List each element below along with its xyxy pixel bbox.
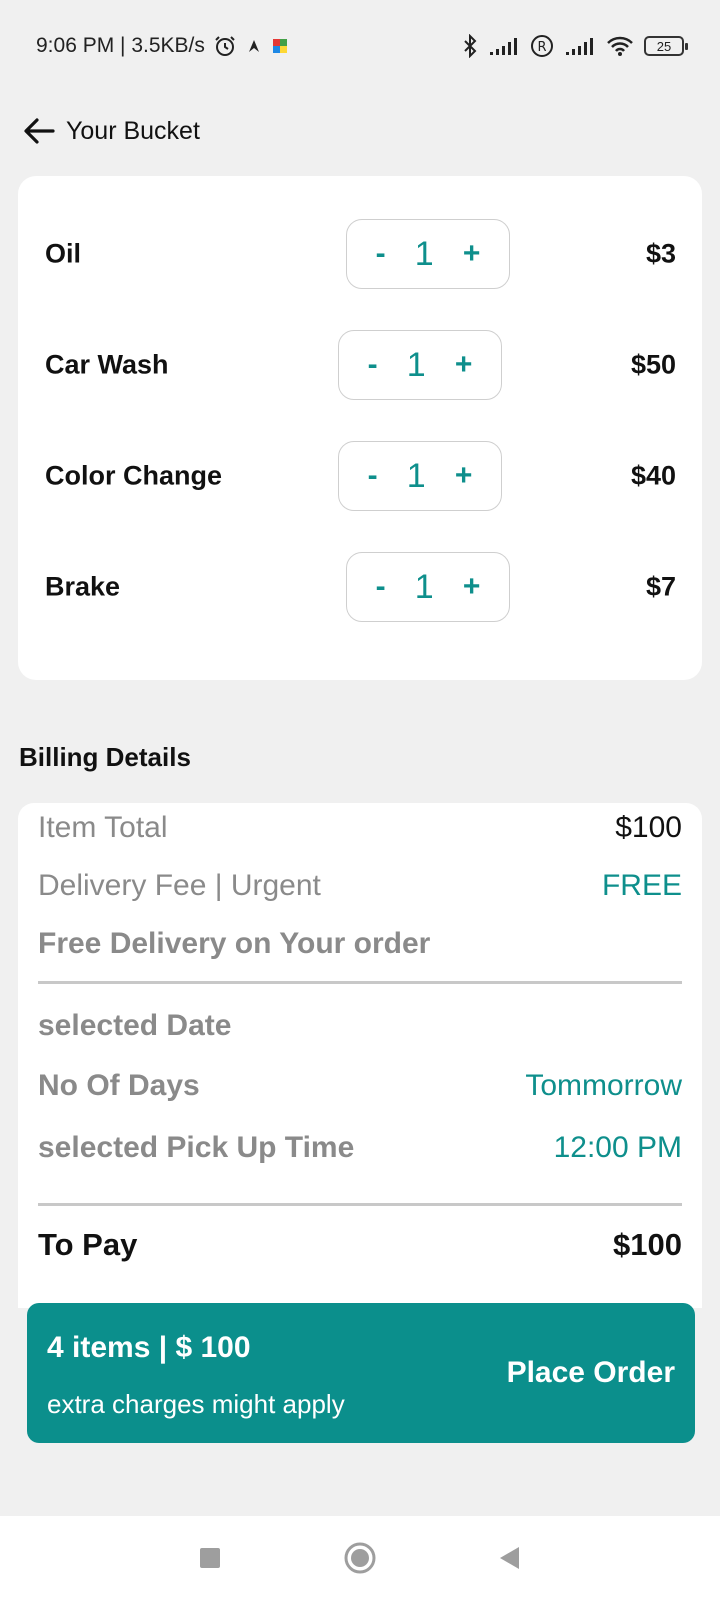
status-right: R 25	[462, 34, 688, 58]
back-arrow-icon[interactable]	[22, 114, 56, 148]
to-pay-value: $100	[613, 1227, 682, 1262]
item-price: $50	[630, 349, 676, 380]
item-total-label: Item Total	[38, 811, 168, 844]
signal-2-icon	[564, 36, 596, 56]
bluetooth-icon	[462, 34, 478, 58]
battery-icon: 25	[644, 36, 688, 56]
status-bar: 9:06 PM | 3.5KB/s R 25	[0, 0, 720, 92]
no-of-days-row: No Of Days Tommorrow	[38, 1069, 682, 1103]
puzzle-app-icon	[271, 37, 289, 55]
quantity-value: 1	[406, 345, 426, 384]
decrement-button[interactable]: -	[368, 348, 378, 382]
status-left: 9:06 PM | 3.5KB/s	[36, 34, 289, 58]
item-total-value: $100	[615, 811, 682, 844]
decrement-button[interactable]: -	[368, 459, 378, 493]
billing-details-heading: Billing Details	[19, 742, 191, 772]
no-of-days-value: Tommorrow	[525, 1069, 682, 1102]
alarm-icon	[213, 34, 237, 58]
pickup-time-label: selected Pick Up Time	[38, 1131, 355, 1164]
status-time-speed: 9:06 PM | 3.5KB/s	[36, 34, 205, 57]
no-of-days-label: No Of Days	[38, 1069, 200, 1102]
system-nav-bar	[0, 1516, 720, 1600]
billing-card: Item Total $100 Delivery Fee | Urgent FR…	[18, 803, 702, 1308]
decrement-button[interactable]: -	[376, 570, 386, 604]
item-name: Oil	[45, 238, 82, 269]
back-triangle-icon[interactable]	[490, 1538, 530, 1578]
order-summary-bar: 4 items | $ 100 extra charges might appl…	[27, 1303, 695, 1443]
item-price: $3	[645, 238, 676, 269]
item-name: Color Change	[45, 460, 223, 491]
quantity-value: 1	[406, 456, 426, 495]
wifi-icon	[606, 35, 634, 57]
quantity-stepper: - 1 +	[346, 552, 510, 622]
divider	[38, 981, 682, 984]
cart-item-oil: Oil - 1 + $3	[18, 219, 702, 289]
increment-button[interactable]: +	[463, 570, 481, 604]
cart-item-brake: Brake - 1 + $7	[18, 552, 702, 622]
item-price: $7	[645, 571, 676, 602]
increment-button[interactable]: +	[463, 237, 481, 271]
pickup-time-row: selected Pick Up Time 12:00 PM	[38, 1131, 682, 1165]
home-circle-icon[interactable]	[340, 1538, 380, 1578]
recents-square-icon[interactable]	[190, 1538, 230, 1578]
increment-button[interactable]: +	[455, 348, 473, 382]
increment-button[interactable]: +	[455, 459, 473, 493]
item-total-row: Item Total $100	[38, 811, 682, 845]
item-price: $40	[630, 460, 676, 491]
extra-charges-note: extra charges might apply	[47, 1389, 345, 1419]
delivery-fee-value: FREE	[601, 869, 682, 902]
item-name: Car Wash	[45, 349, 169, 380]
svg-text:R: R	[537, 40, 546, 55]
quantity-value: 1	[414, 567, 434, 606]
page-title: Your Bucket	[66, 116, 200, 145]
quantity-stepper: - 1 +	[346, 219, 510, 289]
order-summary-text: 4 items | $ 100	[47, 1331, 251, 1364]
roaming-icon: R	[530, 34, 554, 58]
signal-icon	[488, 36, 520, 56]
quantity-value: 1	[414, 234, 434, 273]
to-pay-label: To Pay	[38, 1227, 138, 1262]
decrement-button[interactable]: -	[376, 237, 386, 271]
quantity-stepper: - 1 +	[338, 441, 502, 511]
to-pay-row: To Pay $100	[38, 1227, 682, 1263]
delivery-fee-label: Delivery Fee | Urgent	[38, 869, 321, 902]
free-delivery-note: Free Delivery on Your order	[38, 927, 431, 960]
selected-date-label: selected Date	[38, 1009, 232, 1042]
item-name: Brake	[45, 571, 121, 602]
cart-item-car-wash: Car Wash - 1 + $50	[18, 330, 702, 400]
cart-items-card: Oil - 1 + $3 Car Wash - 1 + $50 Color Ch…	[18, 176, 702, 680]
page-header: Your Bucket	[22, 114, 200, 148]
pickup-time-value: 12:00 PM	[553, 1131, 682, 1164]
delivery-fee-row: Delivery Fee | Urgent FREE	[38, 869, 682, 903]
app-notification-icon	[245, 37, 263, 55]
place-order-button[interactable]: Place Order	[507, 1356, 675, 1390]
quantity-stepper: - 1 +	[338, 330, 502, 400]
cart-item-color-change: Color Change - 1 + $40	[18, 441, 702, 511]
divider	[38, 1203, 682, 1206]
